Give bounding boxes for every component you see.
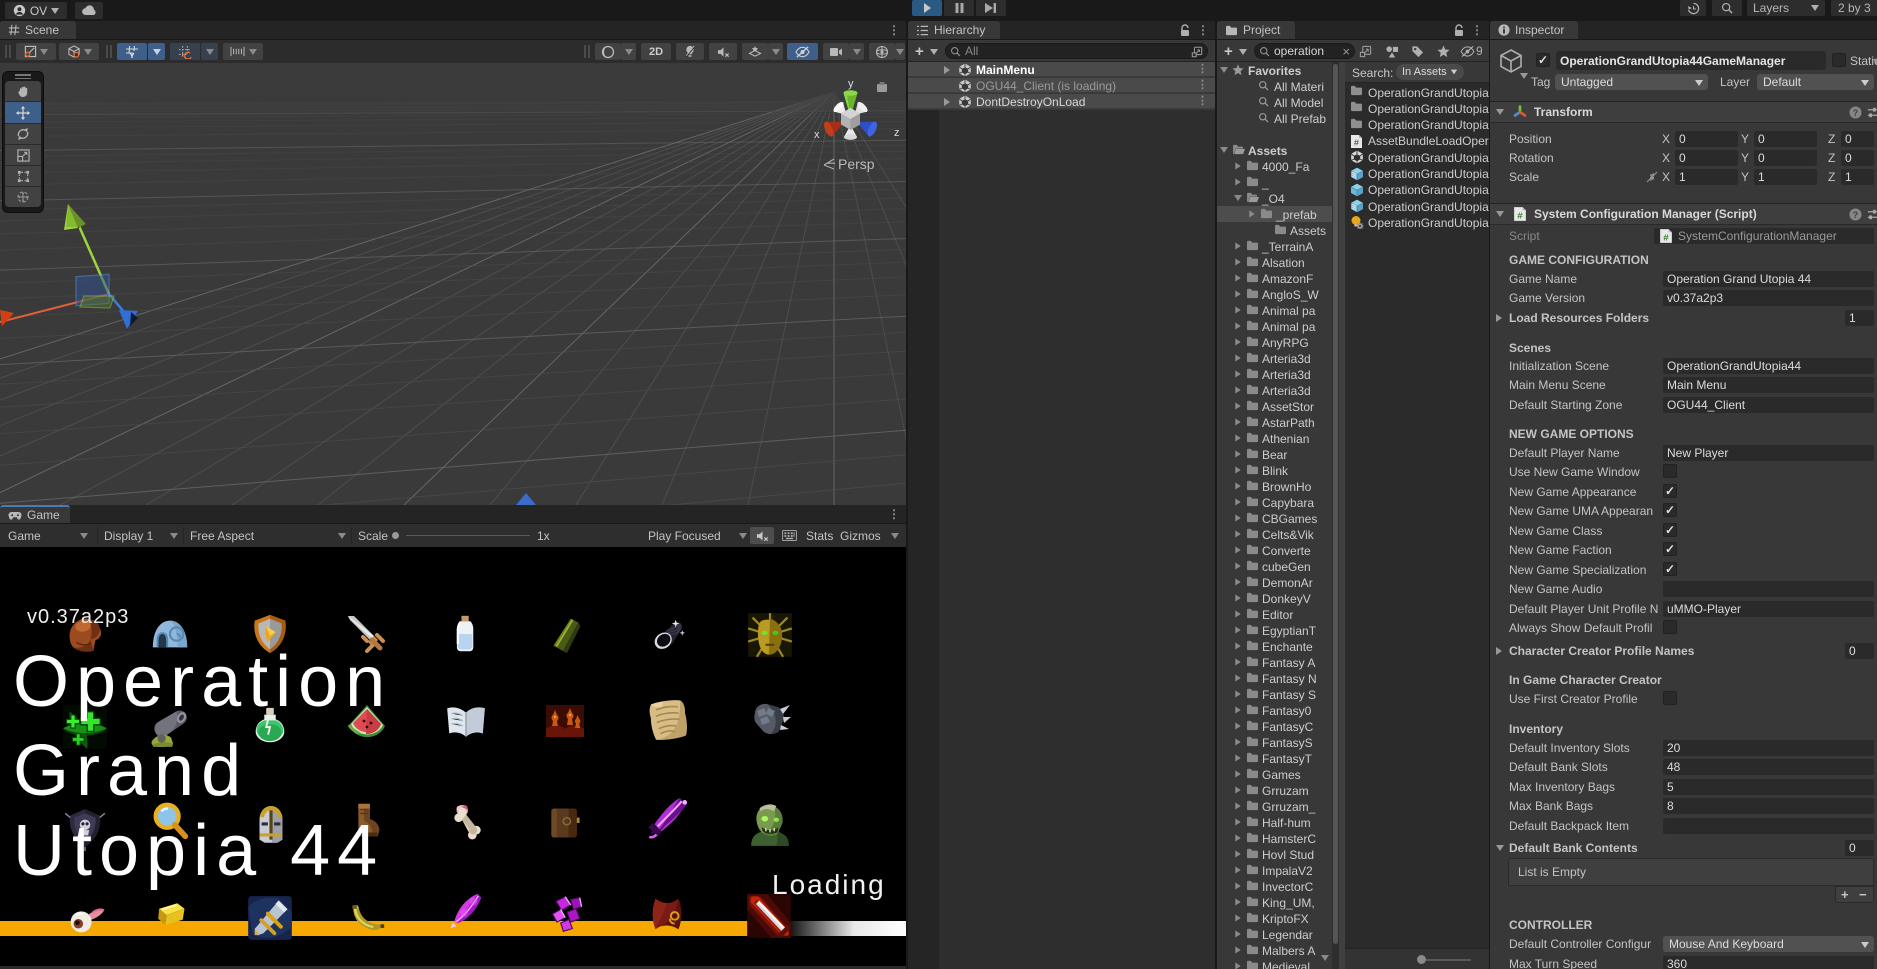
svg-text:Persp: Persp bbox=[838, 156, 875, 172]
svg-text:z: z bbox=[894, 127, 900, 139]
svg-text:#: # bbox=[1517, 210, 1523, 221]
svg-text:x: x bbox=[814, 129, 820, 141]
svg-text:#: # bbox=[1663, 232, 1669, 243]
svg-text:#: # bbox=[1354, 138, 1360, 148]
svg-text:?: ? bbox=[1853, 108, 1858, 118]
svg-text:Y: Y bbox=[129, 51, 134, 59]
svg-text:?: ? bbox=[1853, 210, 1858, 220]
svg-text:y: y bbox=[848, 78, 854, 90]
